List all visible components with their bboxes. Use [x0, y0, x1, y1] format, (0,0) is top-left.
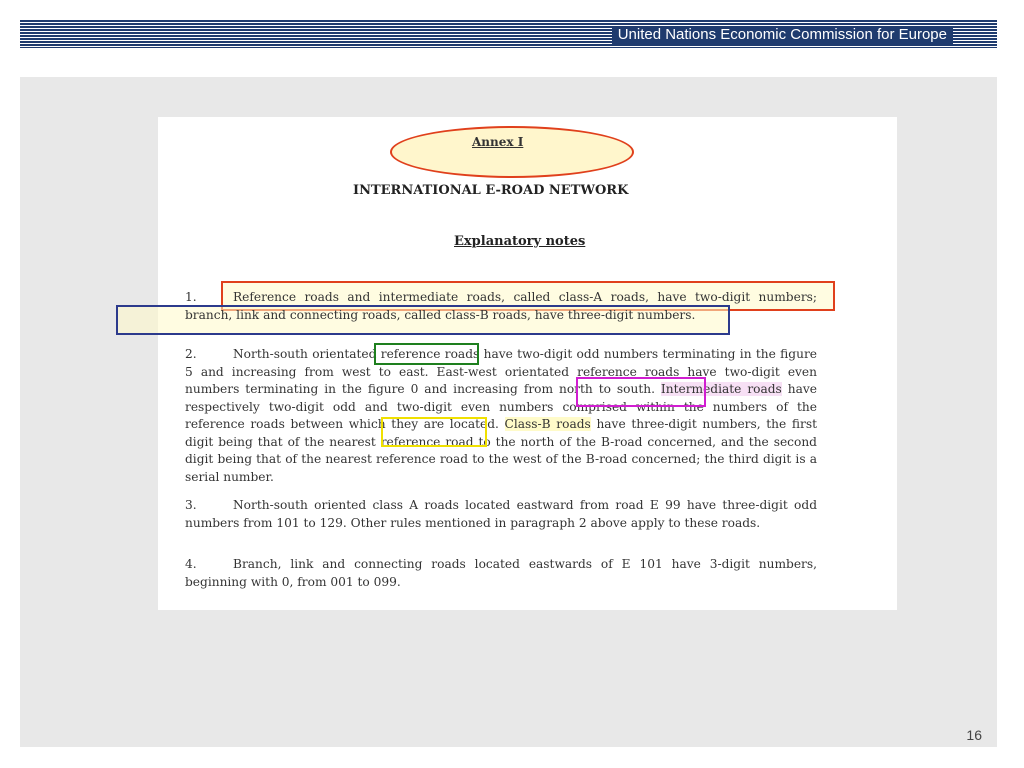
- reference-roads-box: [374, 343, 479, 365]
- annex-title: Annex I: [472, 135, 524, 149]
- paragraph-text: Reference roads and intermediate roads, …: [185, 290, 817, 322]
- paragraph-text: Branch, link and connecting roads locate…: [185, 557, 817, 589]
- header-bar: United Nations Economic Commission for E…: [20, 20, 997, 48]
- paragraph-text: North-south orientated: [233, 347, 381, 361]
- paragraph-2: 2. North-south orientated reference roads…: [185, 346, 817, 486]
- class-b-roads-box: [381, 417, 487, 447]
- paragraph-1: 1. Reference roads and intermediate roads…: [185, 289, 817, 324]
- paragraph-number: 1.: [185, 290, 197, 304]
- paragraph-text: North-south oriented class A roads locat…: [185, 498, 817, 530]
- paragraph-number: 3.: [185, 498, 197, 512]
- header-title: United Nations Economic Commission for E…: [611, 26, 953, 44]
- annex-ellipse-annotation: [390, 126, 634, 178]
- paragraph-4: 4. Branch, link and connecting roads loca…: [185, 556, 817, 591]
- page-number: 16: [966, 727, 982, 743]
- class-b-roads-term: Class-B roads: [504, 417, 591, 431]
- intermediate-roads-box: [576, 377, 706, 407]
- paragraph-number: 2.: [185, 347, 197, 361]
- document-heading: INTERNATIONAL E-ROAD NETWORK: [353, 183, 629, 198]
- explanatory-notes-heading: Explanatory notes: [454, 234, 586, 249]
- paragraph-number: 4.: [185, 557, 197, 571]
- paragraph-3: 3. North-south oriented class A roads loc…: [185, 497, 817, 532]
